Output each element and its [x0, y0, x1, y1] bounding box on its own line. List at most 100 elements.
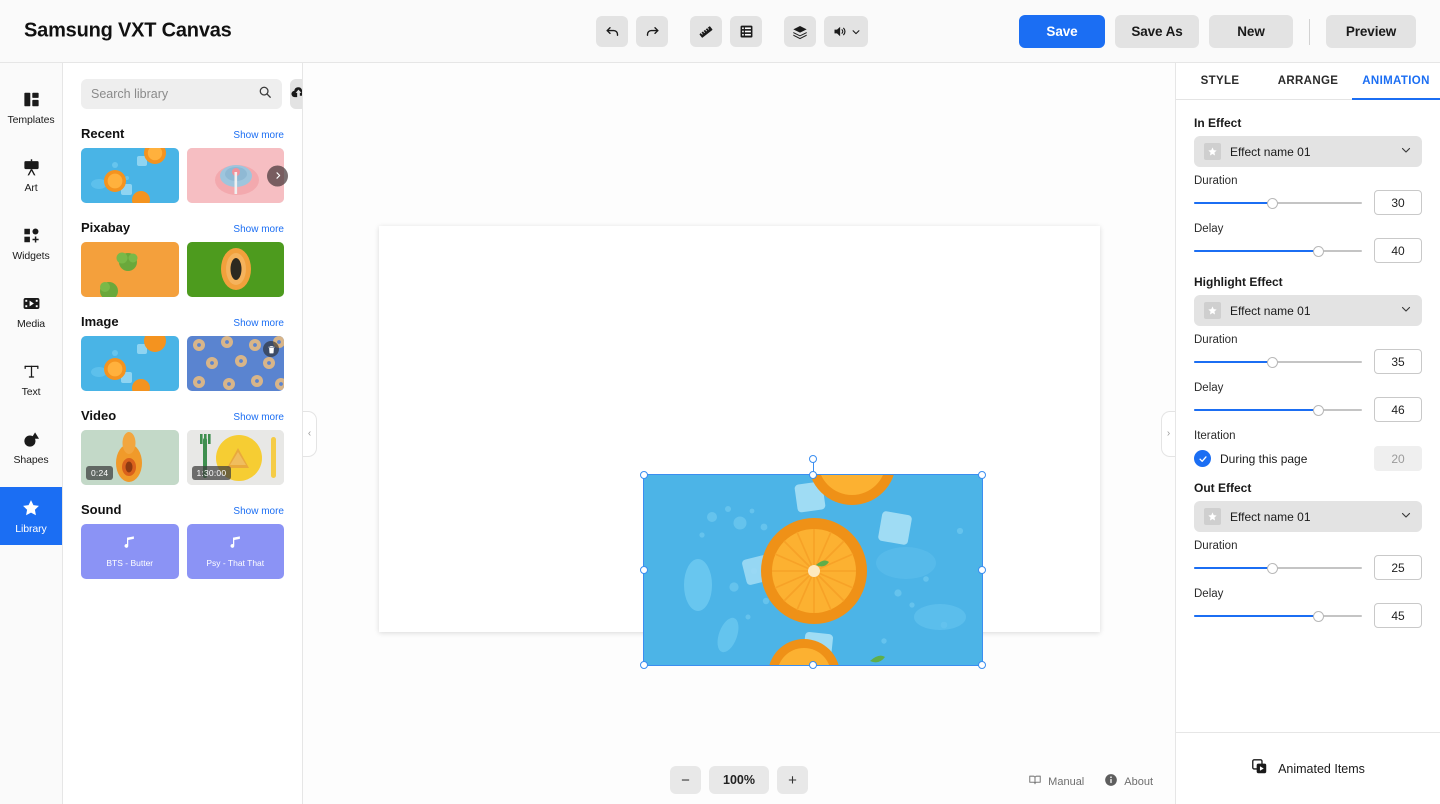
media-icon: [22, 294, 41, 313]
out-duration-slider[interactable]: [1194, 560, 1362, 576]
out-effect-select[interactable]: Effect name 01: [1194, 501, 1422, 532]
library-sound-item[interactable]: Psy - That That: [187, 524, 285, 579]
slider-knob[interactable]: [1313, 405, 1324, 416]
resize-handle-top-right[interactable]: [978, 471, 986, 479]
ruler-button[interactable]: [690, 16, 722, 47]
sound-title: Psy - That That: [206, 558, 264, 568]
show-more-link[interactable]: Show more: [233, 506, 284, 517]
in-effect-label: In Effect: [1194, 116, 1422, 130]
highlight-delay-row: 46: [1194, 397, 1422, 422]
cloud-upload-icon: [290, 84, 303, 104]
save-as-button[interactable]: Save As: [1115, 15, 1199, 48]
sidebar-item-shapes[interactable]: Shapes: [0, 419, 62, 477]
center-toolbar: [596, 16, 868, 47]
rotation-handle[interactable]: [809, 455, 817, 463]
tab-animation[interactable]: ANIMATION: [1352, 63, 1440, 100]
search-input[interactable]: [91, 87, 252, 101]
out-delay-value[interactable]: 45: [1374, 603, 1422, 628]
resize-handle-middle-right[interactable]: [978, 566, 986, 574]
slider-knob[interactable]: [1313, 611, 1324, 622]
preview-button[interactable]: Preview: [1326, 15, 1416, 48]
sidebar-item-art[interactable]: Art: [0, 147, 62, 205]
layers-button[interactable]: [784, 16, 816, 47]
canvas-area[interactable]: ‹ ›: [303, 63, 1175, 804]
resize-handle-middle-left[interactable]: [640, 566, 648, 574]
about-link[interactable]: About: [1104, 773, 1153, 790]
sidebar-item-widgets[interactable]: Widgets: [0, 215, 62, 273]
sound-button[interactable]: [824, 16, 868, 47]
library-thumb-papaya-green-bg[interactable]: [187, 242, 285, 297]
slider-knob[interactable]: [1267, 563, 1278, 574]
animated-items-label: Animated Items: [1278, 762, 1365, 776]
thumbnail-row: [81, 242, 284, 297]
out-delay-slider[interactable]: [1194, 608, 1362, 624]
in-duration-slider[interactable]: [1194, 195, 1362, 211]
show-more-link[interactable]: Show more: [233, 412, 284, 423]
library-video-waffle-plate[interactable]: 1:30:00: [187, 430, 285, 485]
library-video-butternut-squash[interactable]: 0:24: [81, 430, 179, 485]
library-thumb-orange-water[interactable]: [81, 148, 179, 203]
collapse-right-panel-button[interactable]: ›: [1161, 411, 1175, 457]
undo-button[interactable]: [596, 16, 628, 47]
manual-book-icon: [1028, 773, 1042, 790]
sidebar-item-templates[interactable]: Templates: [0, 79, 62, 137]
video-duration-badge: 1:30:00: [192, 466, 232, 480]
during-this-page-checkbox[interactable]: [1194, 450, 1211, 467]
highlight-delay-slider[interactable]: [1194, 402, 1362, 418]
app-title: Samsung VXT Canvas: [24, 20, 232, 43]
resize-handle-bottom-right[interactable]: [978, 661, 986, 669]
tab-style[interactable]: STYLE: [1176, 63, 1264, 100]
canvas-page[interactable]: [379, 226, 1100, 632]
manual-link[interactable]: Manual: [1028, 773, 1084, 790]
selected-image-object[interactable]: [643, 474, 983, 666]
sidebar-item-text[interactable]: Text: [0, 351, 62, 409]
slider-knob[interactable]: [1267, 357, 1278, 368]
collapse-left-panel-button[interactable]: ‹: [303, 411, 317, 457]
in-duration-value[interactable]: 30: [1374, 190, 1422, 215]
resize-handle-bottom-left[interactable]: [640, 661, 648, 669]
show-more-link[interactable]: Show more: [233, 130, 284, 141]
animated-items-button[interactable]: Animated Items: [1176, 732, 1440, 804]
search-box[interactable]: [81, 79, 282, 109]
carousel-next-button[interactable]: [267, 165, 288, 186]
library-sound-item[interactable]: BTS - Butter: [81, 524, 179, 579]
orange-water-image: [644, 475, 982, 665]
library-thumb-broccoli-orange-bg[interactable]: [81, 242, 179, 297]
slider-knob[interactable]: [1313, 246, 1324, 257]
slider-fill: [1194, 615, 1318, 617]
resize-handle-bottom-center[interactable]: [809, 661, 817, 669]
show-more-link[interactable]: Show more: [233, 318, 284, 329]
new-button[interactable]: New: [1209, 15, 1293, 48]
redo-button[interactable]: [636, 16, 668, 47]
zoom-in-button[interactable]: +: [777, 766, 808, 794]
slider-knob[interactable]: [1267, 198, 1278, 209]
show-more-link[interactable]: Show more: [233, 224, 284, 235]
animation-panel-body: In Effect Effect name 01: [1176, 100, 1440, 732]
in-effect-select[interactable]: Effect name 01: [1194, 136, 1422, 167]
in-delay-value[interactable]: 40: [1374, 238, 1422, 263]
out-duration-value[interactable]: 25: [1374, 555, 1422, 580]
sidebar-item-media[interactable]: Media: [0, 283, 62, 341]
highlight-duration-value[interactable]: 35: [1374, 349, 1422, 374]
sidebar-item-label: Templates: [8, 114, 55, 126]
zoom-level-display[interactable]: 100%: [709, 766, 769, 794]
highlight-duration-slider[interactable]: [1194, 354, 1362, 370]
zoom-out-button[interactable]: −: [670, 766, 701, 794]
properties-panel: STYLE ARRANGE ANIMATION In Effect Effect…: [1175, 63, 1440, 804]
grid-button[interactable]: [730, 16, 762, 47]
save-button[interactable]: Save: [1019, 15, 1105, 48]
tab-arrange[interactable]: ARRANGE: [1264, 63, 1352, 100]
resize-handle-top-center[interactable]: [809, 471, 817, 479]
highlight-delay-value[interactable]: 46: [1374, 397, 1422, 422]
resize-handle-top-left[interactable]: [640, 471, 648, 479]
out-duration-label: Duration: [1194, 540, 1422, 552]
slider-fill: [1194, 567, 1273, 569]
in-delay-slider[interactable]: [1194, 243, 1362, 259]
music-note-icon: [228, 535, 243, 555]
library-thumb-bagels-blue-bg[interactable]: [187, 336, 285, 391]
sidebar-item-library[interactable]: Library: [0, 487, 62, 545]
library-thumb-orange-water-2[interactable]: [81, 336, 179, 391]
delete-thumbnail-button[interactable]: [263, 341, 279, 357]
upload-button[interactable]: [290, 79, 303, 109]
highlight-effect-select[interactable]: Effect name 01: [1194, 295, 1422, 326]
